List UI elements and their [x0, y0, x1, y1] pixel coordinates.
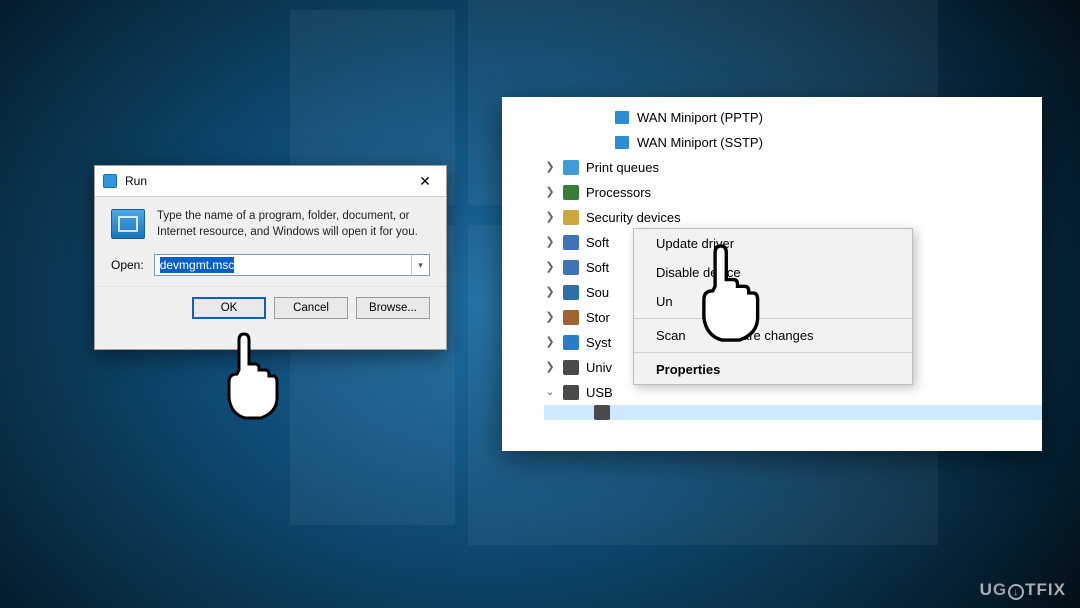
cpu-icon: [563, 185, 579, 200]
expand-icon[interactable]: ❯: [544, 255, 556, 280]
run-dialog: Run ✕ Type the name of a program, folder…: [94, 165, 447, 350]
expand-icon[interactable]: ❯: [544, 205, 556, 230]
ctx-scan-hardware[interactable]: Scan dware changes: [634, 321, 912, 350]
monitor-icon: [614, 110, 630, 125]
browse-button[interactable]: Browse...: [356, 297, 430, 319]
usb-device-icon: [594, 405, 610, 420]
usb-icon: [563, 385, 579, 400]
system-icon: [563, 335, 579, 350]
run-description: Type the name of a program, folder, docu…: [157, 209, 430, 240]
sound-icon: [563, 285, 579, 300]
run-app-icon: [103, 174, 117, 188]
ctx-update-driver[interactable]: Update driver: [634, 229, 912, 258]
run-titlebar[interactable]: Run ✕: [95, 166, 446, 197]
menu-separator: [634, 352, 912, 353]
expand-icon[interactable]: ❯: [544, 230, 556, 255]
ctx-uninstall-device[interactable]: Un ce: [634, 287, 912, 316]
ok-button[interactable]: OK: [192, 297, 266, 319]
chevron-down-icon[interactable]: ▾: [411, 255, 429, 275]
key-icon: [563, 210, 579, 225]
close-icon[interactable]: ✕: [412, 172, 438, 190]
tree-child-selected[interactable]: [544, 405, 1042, 420]
run-title: Run: [125, 174, 412, 188]
tree-node[interactable]: ❯Processors: [544, 180, 1042, 205]
usb-icon: [563, 360, 579, 375]
monitor-icon: [614, 135, 630, 150]
expand-icon[interactable]: ❯: [544, 305, 556, 330]
tree-node[interactable]: ❯Security devices: [544, 205, 1042, 230]
tree-child[interactable]: WAN Miniport (SSTP): [544, 130, 1042, 155]
ctx-disable-device[interactable]: Disable device: [634, 258, 912, 287]
run-hero-icon: [111, 209, 145, 239]
expand-icon[interactable]: ❯: [544, 180, 556, 205]
tree-node[interactable]: ❯Print queues: [544, 155, 1042, 180]
context-menu: Update driver Disable device Un ce Scan …: [633, 228, 913, 385]
menu-separator: [634, 318, 912, 319]
tree-child[interactable]: WAN Miniport (PPTP): [544, 105, 1042, 130]
expand-icon[interactable]: ❯: [544, 280, 556, 305]
expand-icon[interactable]: ❯: [544, 330, 556, 355]
expand-icon[interactable]: ❯: [544, 155, 556, 180]
printer-icon: [563, 160, 579, 175]
app-icon: [563, 260, 579, 275]
app-icon: [563, 235, 579, 250]
cancel-button[interactable]: Cancel: [274, 297, 348, 319]
collapse-icon[interactable]: ⌄: [544, 380, 556, 405]
open-label: Open:: [111, 258, 144, 272]
disk-icon: [563, 310, 579, 325]
open-input[interactable]: devmgmt.msc: [154, 254, 430, 276]
ctx-properties[interactable]: Properties: [634, 355, 912, 384]
expand-icon[interactable]: ❯: [544, 355, 556, 380]
watermark: UG↓TFIX: [980, 580, 1066, 601]
